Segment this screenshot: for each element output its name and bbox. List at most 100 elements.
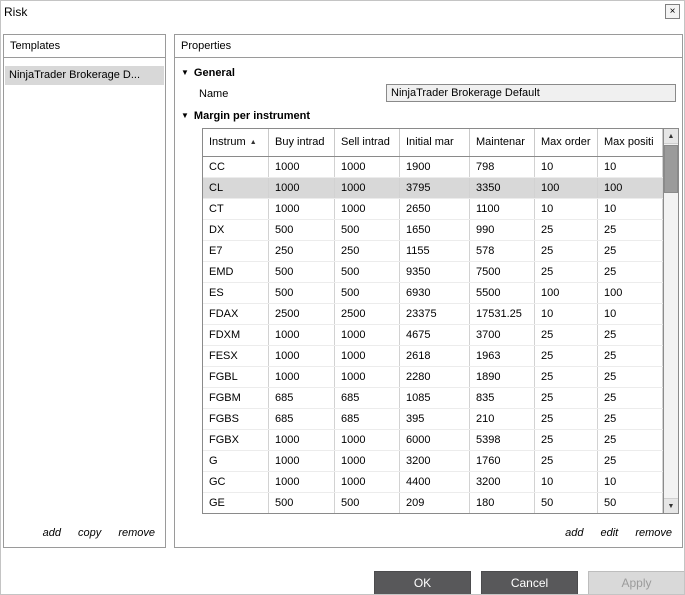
table-cell[interactable]: 100 [535,283,598,303]
table-cell[interactable]: 209 [400,493,470,513]
table-cell[interactable]: 1085 [400,388,470,408]
table-cell[interactable]: 685 [335,409,400,429]
table-cell[interactable]: FGBX [203,430,269,450]
table-cell[interactable]: 25 [598,325,663,345]
column-header-instrument[interactable]: Instrum ▲ [203,129,269,156]
table-cell[interactable]: 10 [535,157,598,177]
table-cell[interactable]: 25 [598,220,663,240]
table-cell[interactable]: 1000 [269,157,335,177]
table-cell[interactable]: 7500 [470,262,535,282]
table-cell[interactable]: CT [203,199,269,219]
table-cell[interactable]: GC [203,472,269,492]
table-cell[interactable]: 1000 [335,472,400,492]
table-row[interactable]: FGBX 1000 1000 6000 5398 25 25 [203,430,663,451]
table-cell[interactable]: 9350 [400,262,470,282]
table-cell[interactable]: 1963 [470,346,535,366]
close-icon[interactable]: × [665,4,680,19]
table-cell[interactable]: 3795 [400,178,470,198]
column-header-maintenance[interactable]: Maintenar [470,129,535,156]
table-cell[interactable]: CC [203,157,269,177]
margin-edit-link[interactable]: edit [601,527,619,539]
scroll-down-icon[interactable]: ▼ [664,498,678,513]
table-cell[interactable]: 578 [470,241,535,261]
ok-button[interactable]: OK [374,571,471,594]
table-cell[interactable]: 500 [335,283,400,303]
table-cell[interactable]: 798 [470,157,535,177]
table-cell[interactable]: 685 [269,409,335,429]
table-cell[interactable]: 25 [535,262,598,282]
table-cell[interactable]: 685 [335,388,400,408]
table-cell[interactable]: 5398 [470,430,535,450]
table-cell[interactable]: 250 [335,241,400,261]
table-cell[interactable]: 6930 [400,283,470,303]
table-cell[interactable]: 1000 [335,178,400,198]
table-cell[interactable]: 25 [535,388,598,408]
table-cell[interactable]: 10 [535,472,598,492]
table-cell[interactable]: 2618 [400,346,470,366]
table-cell[interactable]: 2500 [335,304,400,324]
table-cell[interactable]: 10 [535,304,598,324]
table-cell[interactable]: FGBL [203,367,269,387]
table-cell[interactable]: 1900 [400,157,470,177]
scroll-up-icon[interactable]: ▲ [664,129,678,144]
table-cell[interactable]: 25 [535,220,598,240]
table-row[interactable]: E7 250 250 1155 578 25 25 [203,241,663,262]
table-cell[interactable]: 990 [470,220,535,240]
table-cell[interactable]: 500 [335,220,400,240]
table-cell[interactable]: 6000 [400,430,470,450]
table-cell[interactable]: 10 [598,304,663,324]
table-cell[interactable]: 3200 [470,472,535,492]
table-cell[interactable]: 25 [598,367,663,387]
table-row[interactable]: CT 1000 1000 2650 1100 10 10 [203,199,663,220]
table-cell[interactable]: 5500 [470,283,535,303]
vertical-scrollbar[interactable]: ▲ ▼ [663,129,678,513]
table-cell[interactable]: 3700 [470,325,535,345]
table-cell[interactable]: 100 [598,283,663,303]
table-cell[interactable]: 10 [598,472,663,492]
table-cell[interactable]: 4400 [400,472,470,492]
table-cell[interactable]: 1000 [335,346,400,366]
table-cell[interactable]: CL [203,178,269,198]
table-cell[interactable]: 25 [598,241,663,261]
table-cell[interactable]: 500 [269,262,335,282]
table-cell[interactable]: 25 [598,262,663,282]
template-copy-link[interactable]: copy [78,527,101,539]
general-group-header[interactable]: ▼ General [181,67,235,79]
template-list-item[interactable]: NinjaTrader Brokerage D... [5,66,164,85]
table-cell[interactable]: 25 [535,241,598,261]
table-row[interactable]: ES 500 500 6930 5500 100 100 [203,283,663,304]
table-cell[interactable]: FGBM [203,388,269,408]
table-cell[interactable]: 210 [470,409,535,429]
template-add-link[interactable]: add [43,527,61,539]
table-cell[interactable]: 1650 [400,220,470,240]
table-cell[interactable]: 23375 [400,304,470,324]
table-cell[interactable]: 17531.25 [470,304,535,324]
table-cell[interactable]: 100 [598,178,663,198]
table-cell[interactable]: FESX [203,346,269,366]
table-cell[interactable]: 3200 [400,451,470,471]
table-cell[interactable]: 1000 [269,367,335,387]
table-row[interactable]: G 1000 1000 3200 1760 25 25 [203,451,663,472]
table-cell[interactable]: 50 [535,493,598,513]
table-cell[interactable]: 500 [269,493,335,513]
table-cell[interactable]: 500 [269,220,335,240]
column-header-max-position[interactable]: Max positi [598,129,663,156]
table-cell[interactable]: 1100 [470,199,535,219]
column-header-initial-margin[interactable]: Initial mar [400,129,470,156]
table-cell[interactable]: G [203,451,269,471]
table-cell[interactable]: 1000 [269,472,335,492]
table-cell[interactable]: 500 [269,283,335,303]
table-cell[interactable]: 25 [535,451,598,471]
table-row[interactable]: FGBL 1000 1000 2280 1890 25 25 [203,367,663,388]
table-cell[interactable]: 685 [269,388,335,408]
table-cell[interactable]: ES [203,283,269,303]
table-cell[interactable]: 25 [598,409,663,429]
table-cell[interactable]: 1000 [335,451,400,471]
table-cell[interactable]: FGBS [203,409,269,429]
column-header-max-order[interactable]: Max order [535,129,598,156]
table-cell[interactable]: 1000 [269,199,335,219]
table-row[interactable]: FDXM 1000 1000 4675 3700 25 25 [203,325,663,346]
table-cell[interactable]: 25 [535,367,598,387]
table-cell[interactable]: 1000 [269,430,335,450]
table-cell[interactable]: 50 [598,493,663,513]
